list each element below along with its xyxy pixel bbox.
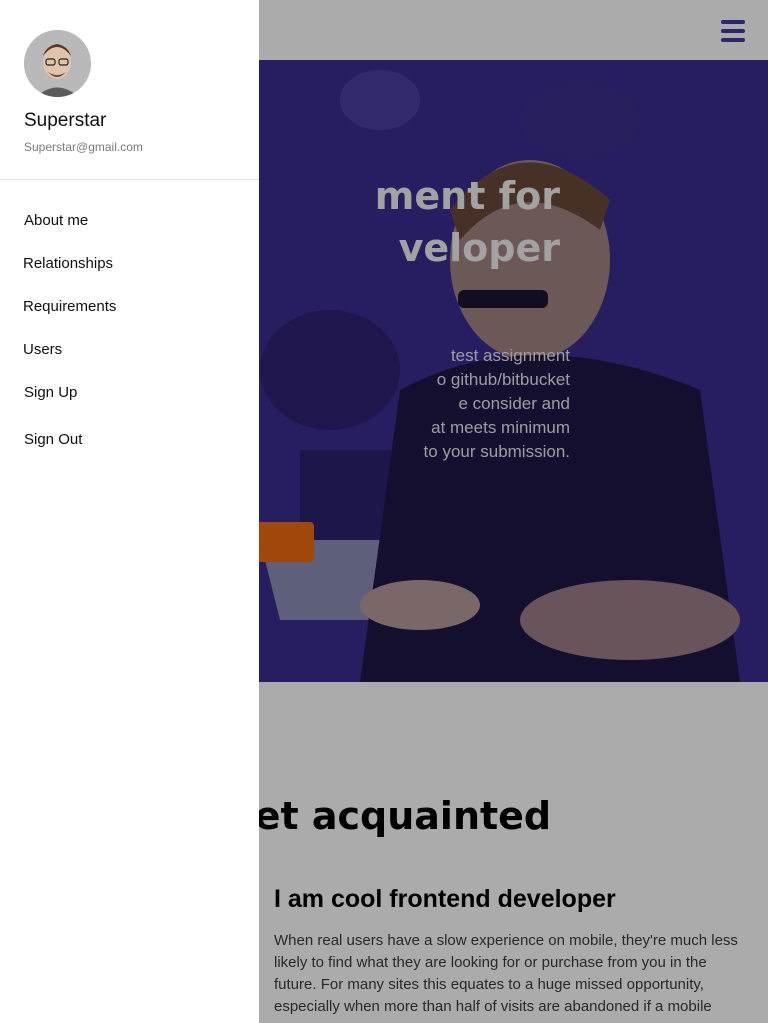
drawer-profile-header: Superstar Superstar@gmail.com	[0, 0, 259, 180]
menu-item-requirements[interactable]: Requirements	[23, 298, 116, 315]
user-name: Superstar	[24, 110, 107, 131]
avatar-image	[24, 30, 91, 97]
user-avatar	[24, 30, 91, 97]
menu-item-sign-out[interactable]: Sign Out	[24, 431, 82, 448]
menu-item-about-me[interactable]: About me	[24, 212, 88, 229]
menu-item-sign-up[interactable]: Sign Up	[24, 384, 77, 401]
user-email: Superstar@gmail.com	[24, 140, 143, 154]
menu-item-relationships[interactable]: Relationships	[23, 255, 113, 272]
menu-item-users[interactable]: Users	[23, 341, 62, 358]
side-drawer: Superstar Superstar@gmail.com About me R…	[0, 0, 259, 1023]
